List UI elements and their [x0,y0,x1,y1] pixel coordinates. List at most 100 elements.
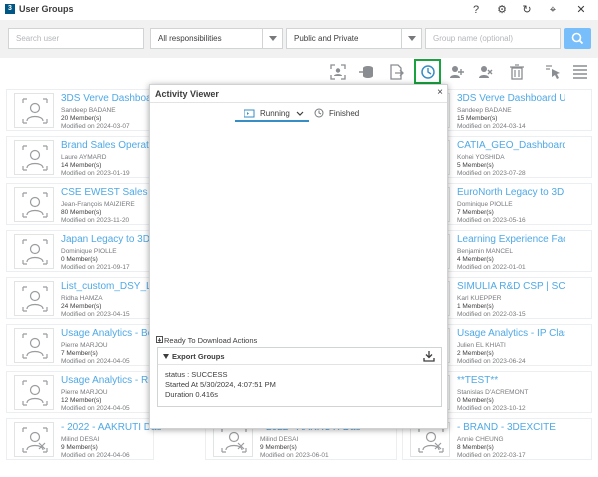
ready-label-text: Ready To Download Actions [164,336,258,345]
dialog-close-icon[interactable]: × [437,87,443,98]
group-owner: Karl KUEPPER [457,295,502,302]
group-card[interactable]: 3DS Verve Dashboard Sandeep BADANE 20 Memb… [6,89,161,131]
group-name[interactable]: 3DS Verve Dashboard [61,93,161,104]
scan-user-icon [330,64,346,80]
app-title: User Groups [19,4,74,14]
group-members-count: 8 Member(s) [457,444,494,451]
group-avatar-icon [221,427,247,453]
group-owner: Julien EL KHIATI [457,342,506,349]
responsibilities-select[interactable]: All responsibilities [150,28,283,49]
list-view-button[interactable] [569,61,591,83]
download-icon[interactable] [423,350,435,362]
chevron-down-icon [296,111,304,116]
group-card[interactable]: - 2022 - AAKRUTI Dashbo Milind DESAI9 Mem… [6,418,161,460]
group-name[interactable]: SIMULIA R&D CSP | SCAN... [457,281,565,292]
export-status: status : SUCCESS [165,370,228,379]
group-members-count: 5 Member(s) [457,162,494,169]
group-name[interactable]: CSE EWEST Sales Tea [61,187,161,198]
group-name[interactable]: Brand Sales Operation [61,140,161,151]
group-name[interactable]: 3DS Verve Dashboard Us... [457,93,565,104]
group-avatar-icon [22,145,48,171]
group-members-count: 14 Member(s) [61,162,102,169]
search-button[interactable] [564,28,591,49]
delete-button[interactable] [506,61,528,83]
group-avatar-icon [418,427,444,453]
export-groups-header[interactable]: Export Groups [158,348,441,365]
group-owner: Dominique PIOLLE [457,201,513,208]
group-modified-date: Modified on 2024-04-05 [61,358,130,365]
scan-users-button[interactable] [327,61,349,83]
tab-running[interactable]: Running [235,108,309,122]
close-icon[interactable]: ✕ [574,3,588,17]
add-user-icon [450,66,464,78]
history-clock-icon [421,65,435,79]
remove-user-icon [479,66,493,78]
group-members-count: 9 Member(s) [260,444,297,451]
group-owner: Milind DESAI [61,436,100,443]
tab-running-label: Running [260,109,290,118]
group-name[interactable]: Japan Legacy to 3DEX [61,234,161,245]
group-modified-date: Modified on 2023-06-24 [457,358,526,365]
group-avatar-icon [22,380,48,406]
group-avatar [14,93,54,128]
pin-icon[interactable]: ⌖ [546,3,560,17]
group-modified-date: Modified on 2023-01-19 [61,170,130,177]
group-card[interactable]: Usage Analytics - Book Pierre MARJOU 7 Mem… [6,324,161,366]
group-members-count: 0 Member(s) [61,256,98,263]
group-name[interactable]: Learning Experience Fact... [457,234,565,245]
group-members-count: 0 Member(s) [457,397,494,404]
group-avatar [14,187,54,222]
group-owner: Sandeep BADANE [457,107,512,114]
group-card[interactable]: Usage Analytics - RnD Pierre MARJOU 12 Mem… [6,371,161,413]
group-name[interactable]: - 2022 - AAKRUTI Dashbo [61,422,161,433]
group-modified-date: Modified on 2024-03-14 [457,123,526,130]
group-name[interactable]: - BRAND - 3DEXCITE [457,422,565,433]
add-user-button[interactable] [446,61,468,83]
group-name[interactable]: Usage Analytics - IP Classi... [457,328,565,339]
group-name[interactable]: **TEST** [457,375,565,386]
export-button[interactable] [385,61,407,83]
help-icon[interactable]: ? [469,3,483,17]
title-bar: 3 User Groups ? ⚙ ↻ ⌖ ✕ [0,0,598,20]
group-avatar [14,422,54,457]
group-modified-date: Modified on 2024-04-06 [61,452,130,459]
group-name[interactable]: EuroNorth Legacy to 3DE... [457,187,565,198]
remove-user-button[interactable] [475,61,497,83]
selection-mode-button[interactable] [542,61,564,83]
group-members-count: 7 Member(s) [457,209,494,216]
group-members-count: 4 Member(s) [457,256,494,263]
group-owner: Jean-François MAIZIERE [61,201,135,208]
group-card[interactable]: CSE EWEST Sales Tea Jean-François MAIZIER… [6,183,161,225]
group-card[interactable]: List_custom_DSY_Linu Ridha HAMZA 24 Member… [6,277,161,319]
settings-icon[interactable]: ⚙ [495,3,509,17]
refresh-icon[interactable]: ↻ [520,3,534,17]
group-owner: Ridha HAMZA [61,295,103,302]
group-members-count: 9 Member(s) [61,444,98,451]
visibility-select[interactable]: Public and Private [286,28,422,49]
tab-finished[interactable]: Finished [313,108,373,122]
group-card[interactable]: Japan Legacy to 3DEX Dominique PIOLLE 0 Me… [6,230,161,272]
group-name[interactable]: Usage Analytics - RnD [61,375,161,386]
group-modified-date: Modified on 2022-01-01 [457,264,526,271]
group-owner: Stanislas D'ACREMONT [457,389,529,396]
group-avatar [14,375,54,410]
visibility-value: Public and Private [294,34,359,43]
group-modified-date: Modified on 2021-09-17 [61,264,130,271]
activity-viewer-button[interactable] [414,59,441,84]
group-avatar [14,328,54,363]
group-owner: Annie CHEUNG [457,436,504,443]
group-modified-date: Modified on 2023-10-12 [457,405,526,412]
group-name[interactable]: CATIA_GEO_Dashboards... [457,140,565,151]
import-database-button[interactable] [356,61,378,83]
chevron-down-icon [262,29,282,48]
group-name[interactable]: Usage Analytics - Book [61,328,161,339]
group-members-count: 2 Member(s) [457,350,494,357]
group-owner: Dominique PIOLLE [61,248,117,255]
group-members-count: 24 Member(s) [61,303,102,310]
collapse-triangle-icon[interactable] [163,354,169,359]
group-name-input[interactable]: Group name (optional) [425,28,561,49]
search-user-input[interactable]: Search user [8,28,144,49]
group-card[interactable]: Brand Sales Operation Laure AYMARD 14 Memb… [6,136,161,178]
group-modified-date: Modified on 2023-11-20 [61,217,130,224]
group-name[interactable]: List_custom_DSY_Linu [61,281,161,292]
